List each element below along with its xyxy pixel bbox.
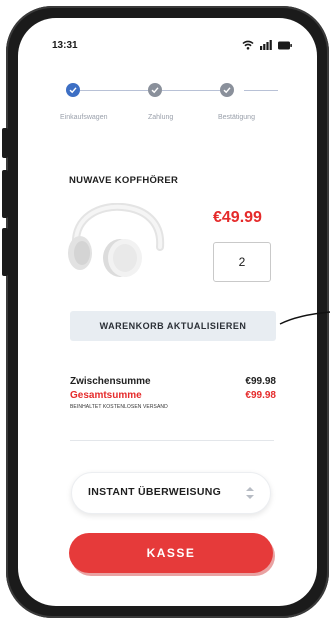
section-divider [70,440,274,441]
select-arrows-icon [246,487,254,499]
stepper-line [244,90,278,91]
phone-side-button [2,128,8,158]
status-time: 13:31 [52,40,78,51]
total-label: Gesamtsumme [70,390,142,401]
wifi-icon [242,40,254,50]
headphones-icon [68,203,165,277]
total-row: Gesamtsumme €99.98 [70,390,276,403]
total-value: €99.98 [245,390,276,401]
subtotal-value: €99.98 [245,376,276,387]
product-price: €49.99 [213,209,262,226]
quantity-input[interactable]: 2 [213,242,271,282]
checkout-button[interactable]: KASSE [69,533,273,573]
subtotal-row: Zwischensumme €99.98 [70,376,276,389]
payment-method-select[interactable]: INSTANT ÜBERWEISUNG [71,472,271,514]
check-icon [69,87,77,94]
check-icon [151,87,159,94]
checkout-label: KASSE [146,546,196,560]
payment-method-label: INSTANT ÜBERWEISUNG [88,486,222,498]
callout-line [279,311,330,325]
battery-icon [278,41,292,49]
checkout-stepper: Einkaufswagen Zahlung Bestätigung [60,82,278,122]
step-2-dot[interactable] [148,83,162,97]
step-3-dot[interactable] [220,83,234,97]
stepper-line [80,90,148,91]
product-name: NUWAVE KOPFHÖRER [69,175,179,186]
status-icons [242,40,292,50]
phone-side-button [2,228,8,276]
step-1-label: Einkaufswagen [60,114,108,121]
subtotal-label: Zwischensumme [70,376,151,387]
step-3-label: Bestätigung [218,114,255,121]
shipping-note: BEINHALTET KOSTENLOSEN VERSAND [70,404,168,410]
status-bar: 13:31 [44,40,292,54]
signal-icon [260,40,272,50]
step-2-label: Zahlung [148,114,174,121]
check-icon [223,87,231,94]
phone-side-button [2,170,8,218]
update-cart-button[interactable]: WARENKORB AKTUALISIEREN [70,311,276,341]
step-1-dot[interactable] [66,83,80,97]
